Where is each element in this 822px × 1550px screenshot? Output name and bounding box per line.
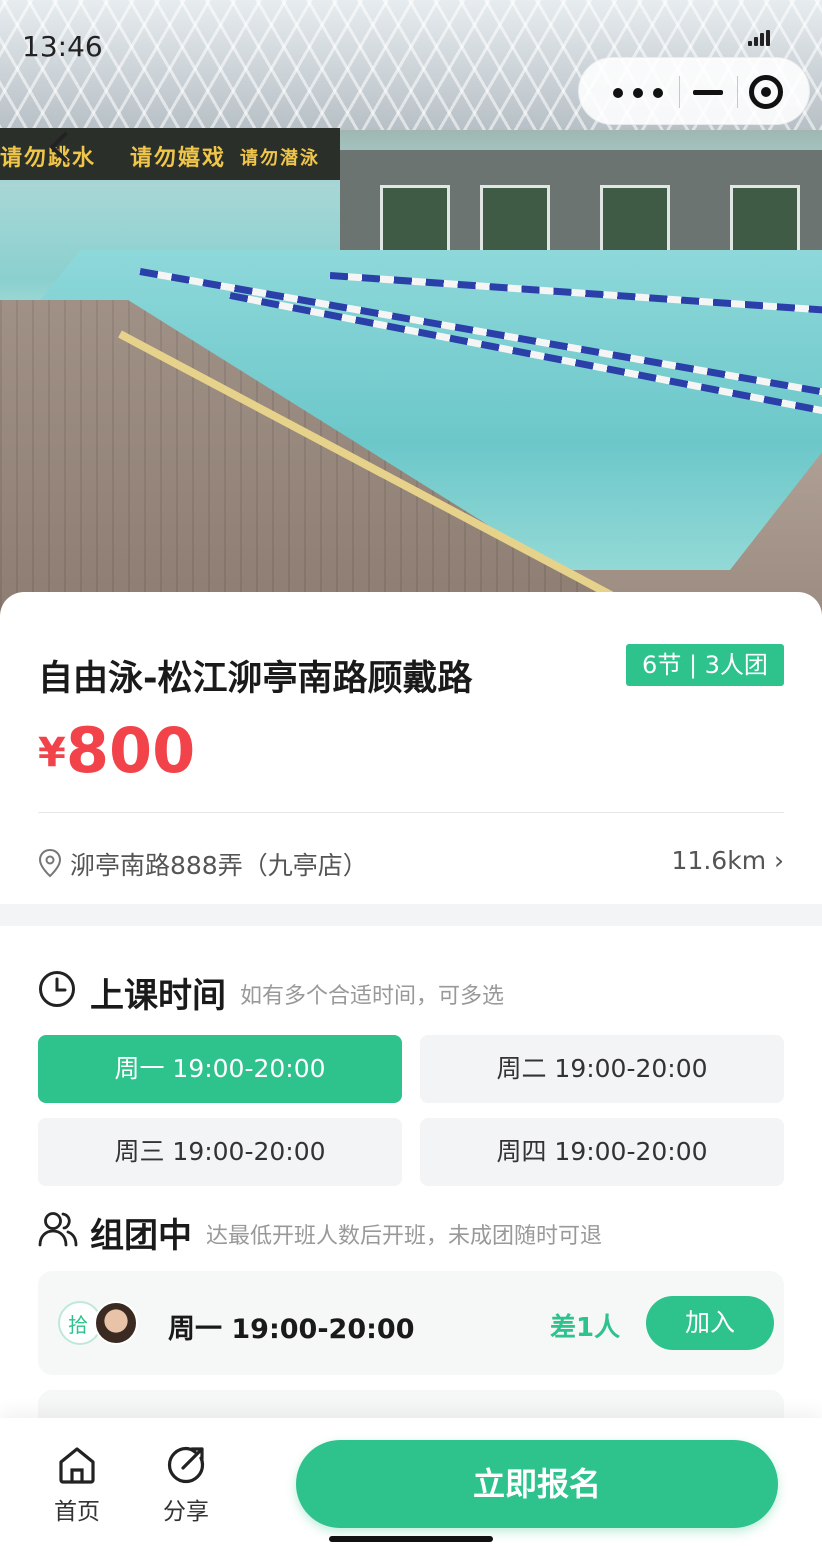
section-gap bbox=[0, 904, 822, 926]
schedule-title: 上课时间 bbox=[90, 976, 226, 1016]
home-icon bbox=[59, 1447, 95, 1484]
price-value: 800 bbox=[65, 714, 196, 787]
avatar bbox=[94, 1301, 138, 1345]
pool-window bbox=[600, 185, 670, 255]
signup-button[interactable]: 立即报名 bbox=[296, 1440, 778, 1528]
pool-window bbox=[480, 185, 550, 255]
location-pin-icon bbox=[38, 848, 62, 878]
course-badge: 6节 | 3人团 bbox=[626, 644, 784, 686]
banner-text-2: 请勿嬉戏 bbox=[130, 146, 227, 171]
minimize-icon[interactable] bbox=[691, 78, 727, 106]
capsule-divider bbox=[679, 76, 680, 108]
clock-icon bbox=[39, 971, 75, 1007]
course-card: 自由泳-松江泖亭南路顾戴路 6节 | 3人团 ¥800 泖亭南路888弄（九亭店… bbox=[0, 592, 822, 904]
more-icon[interactable] bbox=[613, 80, 663, 104]
course-title: 自由泳-松江泖亭南路顾戴路 bbox=[38, 659, 473, 699]
time-slot-wed[interactable]: 周三 19:00-20:00 bbox=[38, 1118, 402, 1186]
groups-header: 组团中 达最低开班人数后开班，未成团随时可退 bbox=[38, 1208, 784, 1256]
store-distance[interactable]: 11.6km › bbox=[672, 846, 784, 875]
share-nav[interactable]: 分享 bbox=[146, 1444, 226, 1528]
pool-window bbox=[380, 185, 450, 255]
store-address[interactable]: 泖亭南路888弄（九亭店） bbox=[70, 846, 368, 882]
status-time: 13:46 bbox=[22, 30, 103, 63]
share-icon bbox=[167, 1446, 205, 1484]
price-currency: ¥ bbox=[38, 730, 66, 776]
schedule-header: 上课时间 如有多个合适时间，可多选 bbox=[38, 968, 784, 1016]
time-slot-mon[interactable]: 周一 19:00-20:00 bbox=[38, 1035, 402, 1103]
back-arrow-icon[interactable] bbox=[42, 130, 78, 166]
bottom-action-bar: 首页 分享 立即报名 bbox=[0, 1418, 822, 1550]
time-slot-thu[interactable]: 周四 19:00-20:00 bbox=[420, 1118, 784, 1186]
home-nav[interactable]: 首页 bbox=[37, 1444, 117, 1528]
home-label: 首页 bbox=[54, 1499, 100, 1525]
groups-subtitle: 达最低开班人数后开班，未成团随时可退 bbox=[206, 1224, 603, 1249]
group-need-count: 差1人 bbox=[550, 1313, 621, 1343]
join-button[interactable]: 加入 bbox=[646, 1296, 774, 1350]
time-slot-tue[interactable]: 周二 19:00-20:00 bbox=[420, 1035, 784, 1103]
course-price: ¥800 bbox=[38, 714, 195, 787]
schedule-subtitle: 如有多个合适时间，可多选 bbox=[240, 984, 505, 1009]
pool-window bbox=[730, 185, 800, 255]
group-item: 拾 周一 19:00-20:00 差1人 加入 bbox=[38, 1271, 784, 1375]
users-icon bbox=[38, 1212, 78, 1247]
banner-text-3: 请勿潜泳 bbox=[240, 148, 320, 169]
signal-icon bbox=[748, 30, 770, 46]
group-time: 周一 19:00-20:00 bbox=[168, 1314, 415, 1345]
home-indicator bbox=[329, 1536, 493, 1542]
share-label: 分享 bbox=[163, 1499, 209, 1525]
close-target-icon[interactable] bbox=[749, 75, 783, 109]
capsule-divider bbox=[737, 76, 738, 108]
groups-title: 组团中 bbox=[90, 1216, 192, 1256]
mini-program-capsule bbox=[578, 57, 810, 125]
divider bbox=[38, 812, 784, 813]
